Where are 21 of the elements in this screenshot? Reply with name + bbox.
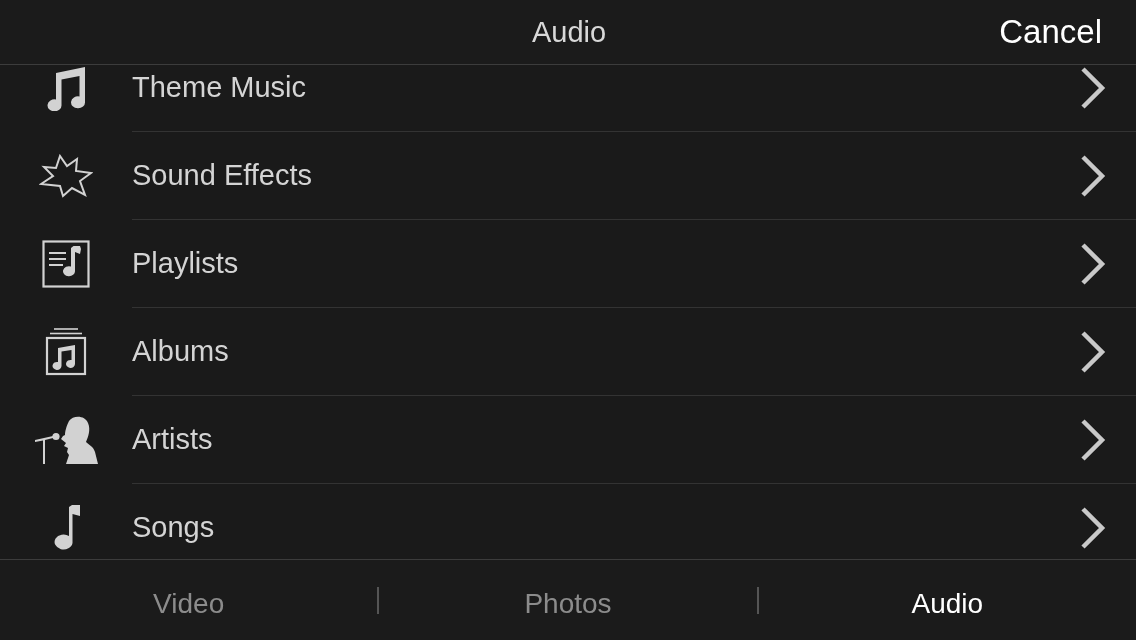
singer-microphone-icon [33,415,99,465]
chevron-right-icon [1080,505,1106,550]
starburst-icon [39,154,93,198]
tab[interactable]: Video [0,560,378,640]
chevron-right-icon [1080,329,1106,374]
chevron-right-icon [1080,241,1106,286]
chevron-right-icon [1080,417,1106,462]
list-row[interactable]: Theme Music [0,65,1136,132]
playlist-icon [42,240,90,288]
music-notes-icon [46,65,86,111]
chevron-right-icon [1080,65,1106,110]
chevron-right-icon [1080,153,1106,198]
header-title: Audio [530,15,608,49]
tab[interactable]: Audio [758,560,1136,640]
list-row[interactable]: Sound Effects [0,132,1136,220]
cancel-button[interactable]: Cancel [999,13,1136,51]
list-row[interactable]: Albums [0,308,1136,396]
list-row[interactable]: Playlists [0,220,1136,308]
album-stack-icon [45,328,87,376]
list-row[interactable]: Artists [0,396,1136,484]
tab[interactable]: Photos [379,560,757,640]
